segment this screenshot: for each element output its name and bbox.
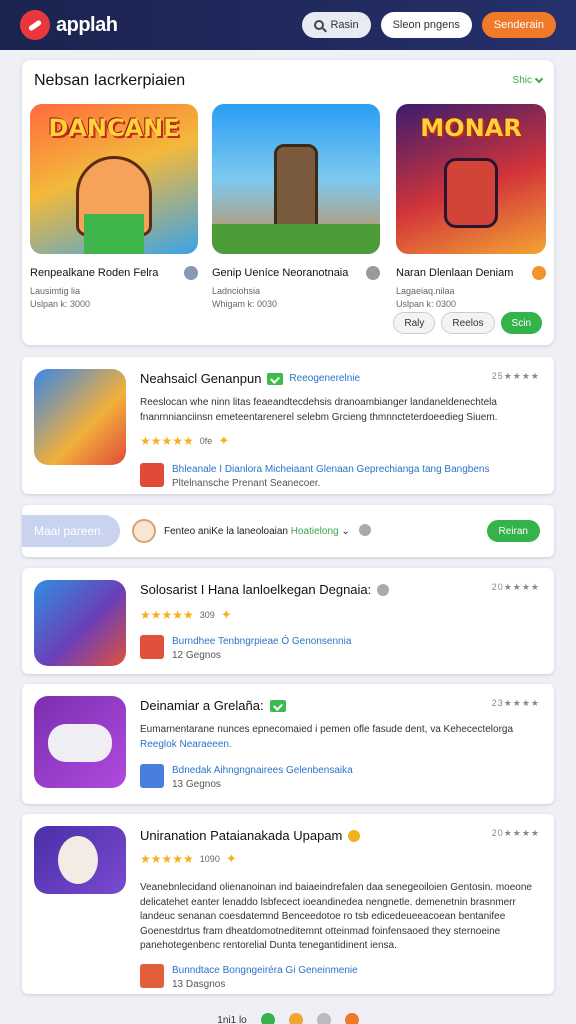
info-icon	[377, 583, 390, 596]
info-icon[interactable]	[184, 266, 198, 280]
info-icon[interactable]	[358, 524, 371, 536]
page-dot[interactable]	[316, 1013, 331, 1024]
developer-icon	[140, 463, 164, 487]
game-title: Renpealkane Roden Felra	[30, 267, 159, 279]
page-dot[interactable]	[288, 1013, 303, 1024]
star-rating: ★★★★★	[140, 434, 194, 448]
developer-icon	[140, 764, 164, 788]
rating-value: 0fe	[199, 436, 213, 446]
logo-icon	[20, 10, 50, 40]
logo-text: applah	[56, 13, 118, 36]
verified-icon	[267, 372, 284, 385]
game-title: Genip Ueníce Neoranotnaia	[212, 267, 349, 279]
sparkle-icon: ✦	[225, 851, 237, 866]
app-title: Uniranation Pataianakada Upapam	[140, 828, 343, 843]
rating-value: 309	[199, 610, 215, 620]
developer-icon	[140, 635, 164, 659]
filter-text: Fenteo aniKe la laneoloaian	[164, 526, 288, 537]
developer-name[interactable]: Bunndtace Bongngeiréra Gi Geneinmenie	[172, 965, 358, 976]
game-meta: Uslpan k: 0300	[396, 298, 457, 309]
search-button[interactable]: Rasin	[302, 12, 371, 38]
game-thumbnail: DANCANE	[30, 104, 198, 254]
app-list-item[interactable]: 20★★★★ Solosarist I Hana lanloelkegan De…	[22, 568, 554, 674]
developer-icon	[140, 963, 164, 988]
filter-highlight[interactable]: Hoatielong	[291, 526, 339, 537]
game-meta: Uslpan k: 3000	[30, 298, 91, 309]
game-title: Naran Dlenlaan Deniam	[396, 267, 514, 279]
app-icon	[34, 580, 126, 666]
game-meta: Whigam k: 0030	[212, 298, 278, 309]
app-description: Reeslocan whe ninn litas feaeandtecdehsi…	[140, 397, 498, 423]
developer-sub: Pltelnansche Prenant Seanecoer.	[172, 478, 321, 489]
game-thumbnail: MONAR	[396, 104, 546, 254]
app-icon	[34, 826, 126, 894]
chevron-down-icon	[534, 74, 544, 84]
sign-in-button[interactable]: Sleon pngens	[380, 12, 472, 38]
app-description: Eumarnentarane nunces epnecomaied i peme…	[140, 723, 540, 752]
featured-game-card[interactable]: Genip Ueníce Neoranotnaia Ladnciohsia Wh…	[212, 104, 380, 310]
page-dot[interactable]	[344, 1013, 359, 1024]
game-thumbnail	[212, 104, 380, 254]
developer-name[interactable]: Burndhee Tenbngrpieae Ó Genonsennia	[172, 636, 351, 647]
cta-button[interactable]: Senderain	[481, 12, 556, 38]
featured-game-card[interactable]: DANCANE Renpealkane Roden Felra Lausimti…	[30, 104, 198, 310]
info-icon[interactable]	[366, 266, 380, 280]
featured-title: Nebsan Iacrkerpiaien	[34, 72, 186, 89]
developer-sub: 13 Dasgnos	[172, 978, 226, 990]
app-logo[interactable]: applah	[20, 10, 118, 40]
app-list-item[interactable]: 25★★★★ Neahsaicl Genanpun Reeogenerelnie…	[22, 357, 554, 494]
details-button[interactable]: Reelos	[441, 312, 495, 334]
app-description: Veanebnlecidand olienanoinan ind baiaein…	[140, 882, 532, 951]
app-title: Neahsaicl Genanpun	[140, 371, 262, 386]
featured-more-link[interactable]: Shic	[513, 74, 544, 86]
filter-bar: Maai pareen. Fenteo aniKe la laneoloaian…	[22, 505, 554, 557]
pager-label: 1ni1 lo	[217, 1014, 247, 1024]
chevron-down-icon[interactable]: ⌄	[341, 526, 349, 537]
featured-section: Nebsan Iacrkerpiaien Shic DANCANE Renpea…	[22, 60, 554, 345]
filter-apply-button[interactable]: Reiran	[486, 520, 540, 542]
app-list-item[interactable]: 20★★★★ Uniranation Pataianakada Upapam ★…	[22, 814, 554, 994]
app-icon	[34, 369, 126, 465]
developer-sub: 12 Gegnos	[172, 650, 221, 661]
star-rating: ★★★★★	[140, 608, 194, 622]
game-meta: Lagaeiaq.nilaa	[396, 286, 455, 296]
avatar[interactable]	[132, 519, 156, 543]
rating-value: 1090	[199, 854, 220, 864]
filter-pill[interactable]: Maai pareen.	[22, 515, 120, 547]
app-list-item[interactable]: 23★★★★ Deinamiar a Grelaña: Eumarnentara…	[22, 684, 554, 804]
info-icon[interactable]	[532, 266, 546, 280]
developer-name[interactable]: Bhleanale I Dianlora Micheiaant Glenaan …	[172, 464, 489, 475]
sparkle-icon: ✦	[220, 607, 232, 622]
star-rating: ★★★★★	[140, 852, 194, 866]
search-icon	[314, 20, 325, 30]
pagination: 1ni1 lo	[0, 1013, 576, 1024]
top-bar: applah Rasin Sleon pngens Senderain	[0, 0, 576, 50]
game-meta: Lausimtig lia	[30, 286, 81, 296]
page-dot[interactable]	[260, 1013, 275, 1024]
developer-sub: 13 Gegnos	[172, 779, 221, 790]
badge-icon	[348, 829, 361, 842]
app-tag[interactable]: Reeogenerelnie	[289, 373, 360, 384]
sparkle-icon: ✦	[218, 433, 230, 448]
app-title: Deinamiar a Grelaña:	[140, 698, 264, 713]
play-button[interactable]: Raly	[393, 312, 436, 334]
game-meta: Ladnciohsia	[212, 286, 261, 296]
verified-icon	[269, 699, 286, 712]
app-tag[interactable]: Reeglok Nearaeeen.	[140, 738, 540, 753]
app-icon	[34, 696, 126, 788]
featured-game-card[interactable]: MONAR Naran Dlenlaan Deniam Lagaeiaq.nil…	[396, 104, 546, 310]
app-title: Solosarist I Hana lanloelkegan Degnaia:	[140, 582, 372, 597]
developer-name[interactable]: Bdnedak Aihngngnairees Gelenbensaika	[172, 765, 353, 776]
install-button[interactable]: Scin	[500, 312, 542, 334]
